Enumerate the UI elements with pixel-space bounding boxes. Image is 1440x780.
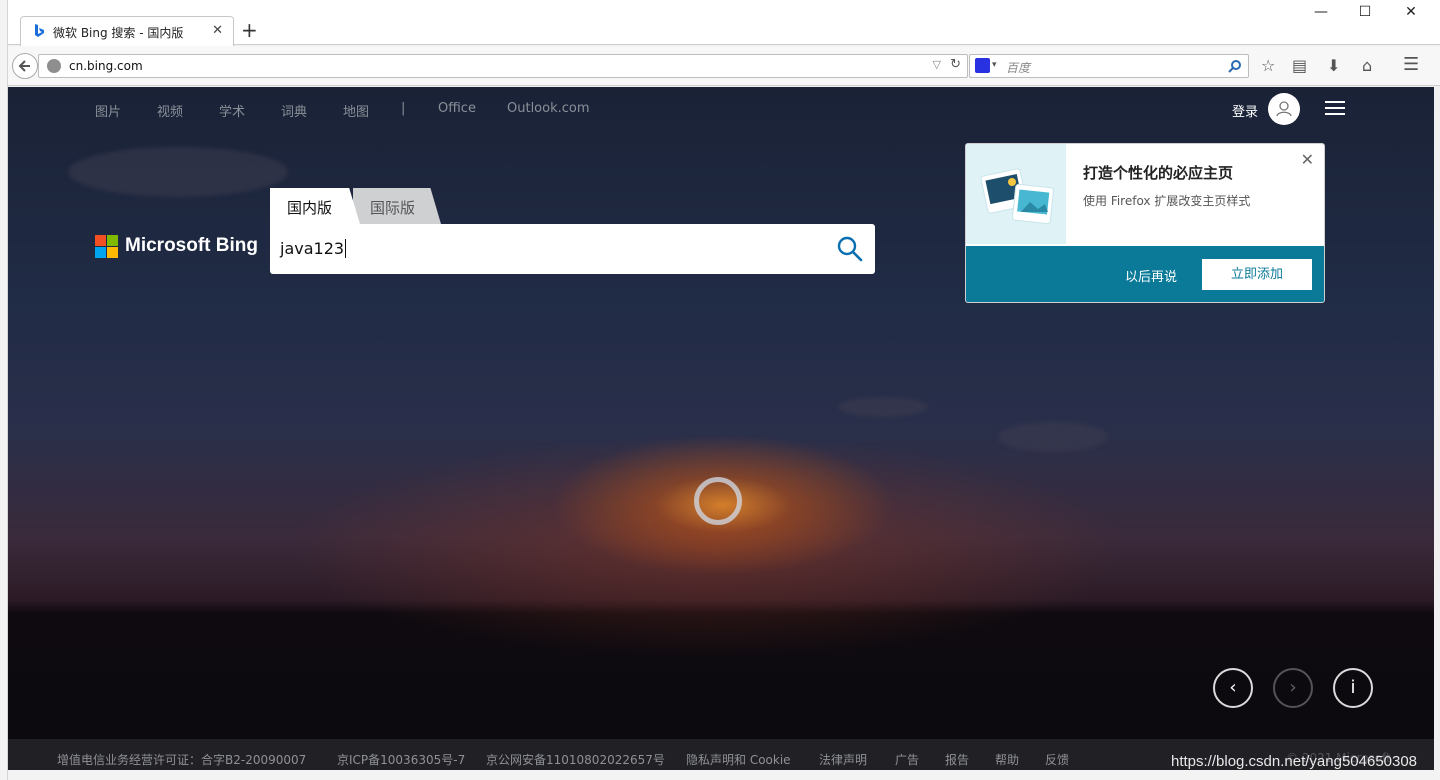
url-text: cn.bing.com: [69, 59, 143, 73]
footer-police[interactable]: 京公网安备11010802022657号: [486, 751, 665, 768]
nav-dictionary[interactable]: 词典: [281, 101, 307, 120]
info-button[interactable]: i: [1333, 668, 1373, 708]
search-go-icon[interactable]: [1228, 58, 1242, 77]
logo-text: Microsoft Bing: [125, 235, 258, 256]
cloud: [998, 422, 1108, 452]
search-input[interactable]: java123: [280, 239, 347, 258]
avatar[interactable]: [1268, 93, 1300, 125]
user-icon: [1276, 101, 1292, 117]
logo-yellow-square: [107, 247, 118, 258]
close-window-button[interactable]: ✕: [1388, 4, 1434, 28]
cloud: [68, 147, 288, 197]
nav-office[interactable]: Office: [438, 101, 476, 116]
back-button[interactable]: [12, 53, 38, 79]
popup-close-icon[interactable]: ✕: [1301, 150, 1314, 169]
logo-green-square: [107, 235, 118, 246]
later-button[interactable]: 以后再说: [1125, 266, 1177, 285]
logo-red-square: [95, 235, 106, 246]
search-engine-box[interactable]: ▾ 百度: [969, 54, 1249, 78]
bookmark-star-icon[interactable]: ☆: [1261, 56, 1275, 75]
nav-images[interactable]: 图片: [95, 101, 121, 120]
navigation-toolbar: cn.bing.com ▽ ↻ ▾ 百度 ☆ ▤ ⬇ ⌂ ☰: [8, 46, 1440, 86]
home-icon[interactable]: ⌂: [1362, 56, 1372, 75]
nav-maps[interactable]: 地图: [343, 101, 369, 120]
footer-feedback[interactable]: 反馈: [1045, 751, 1069, 768]
add-now-button[interactable]: 立即添加: [1202, 259, 1312, 290]
photo-frames-icon: [980, 168, 1054, 225]
engine-dropdown-icon[interactable]: ▾: [992, 60, 997, 70]
new-tab-button[interactable]: +: [241, 18, 258, 42]
nav-separator: |: [401, 101, 406, 116]
dropdown-arrow-icon[interactable]: ▽: [933, 58, 941, 71]
footer-ads[interactable]: 广告: [895, 751, 919, 768]
cloud: [838, 397, 928, 417]
nav-videos[interactable]: 视频: [157, 101, 183, 120]
loading-ring-icon: [694, 477, 742, 525]
logo-blue-square: [95, 247, 106, 258]
tab-title: 微软 Bing 搜索 - 国内版: [53, 26, 184, 40]
bing-favicon-icon: [33, 23, 45, 43]
hamburger-menu-icon[interactable]: [1325, 101, 1345, 117]
globe-icon: [47, 59, 61, 73]
popup-title: 打造个性化的必应主页: [1083, 164, 1234, 182]
footer-privacy[interactable]: 隐私声明和 Cookie: [686, 751, 791, 768]
baidu-icon[interactable]: [975, 58, 990, 73]
search-engine-placeholder: 百度: [1006, 61, 1031, 75]
minimize-button[interactable]: —: [1298, 4, 1344, 28]
search-box[interactable]: java123: [270, 224, 875, 274]
csdn-watermark: https://blog.csdn.net/yang504650308: [1171, 753, 1418, 770]
window-edge: [0, 0, 8, 780]
firefox-extension-popup: 打造个性化的必应主页 使用 Firefox 扩展改变主页样式 ✕ 以后再说 立即…: [965, 143, 1325, 303]
tab-close-icon[interactable]: ✕: [212, 23, 223, 38]
nav-outlook[interactable]: Outlook.com: [507, 101, 590, 116]
footer-license[interactable]: 增值电信业务经营许可证：合字B2-20090007: [57, 751, 306, 768]
reload-icon[interactable]: ↻: [950, 57, 961, 72]
maximize-button[interactable]: ☐: [1342, 4, 1388, 28]
bottom-strip: [8, 770, 1440, 780]
bookmarks-list-icon[interactable]: ▤: [1292, 56, 1307, 75]
popup-action-bar: 以后再说 立即添加: [966, 246, 1324, 302]
footer-legal[interactable]: 法律声明: [819, 751, 867, 768]
login-link[interactable]: 登录: [1232, 101, 1258, 120]
address-bar[interactable]: cn.bing.com ▽ ↻: [38, 54, 968, 78]
browser-window: 微软 Bing 搜索 - 国内版 ✕ + — ☐ ✕ cn.bing.com ▽…: [0, 0, 1440, 780]
search-icon[interactable]: [837, 236, 863, 262]
popup-illustration: [966, 144, 1066, 244]
tab-domestic[interactable]: 国内版: [270, 188, 360, 224]
bing-homepage: 图片 视频 学术 词典 地图 | Office Outlook.com 登录 M…: [8, 87, 1434, 780]
footer-icp[interactable]: 京ICP备10036305号-7: [337, 751, 465, 768]
tab-bing[interactable]: 微软 Bing 搜索 - 国内版 ✕: [20, 16, 234, 46]
download-icon[interactable]: ⬇: [1327, 56, 1340, 75]
menu-icon[interactable]: ☰: [1403, 54, 1419, 75]
tab-bar: 微软 Bing 搜索 - 国内版 ✕ + — ☐ ✕: [0, 0, 1440, 46]
nav-academic[interactable]: 学术: [219, 101, 245, 120]
previous-image-button[interactable]: ‹: [1213, 668, 1253, 708]
popup-subtitle: 使用 Firefox 扩展改变主页样式: [1083, 194, 1251, 208]
footer-help[interactable]: 帮助: [995, 751, 1019, 768]
next-image-button[interactable]: ›: [1273, 668, 1313, 708]
footer-report[interactable]: 报告: [945, 751, 969, 768]
tab-international[interactable]: 国际版: [353, 188, 441, 224]
